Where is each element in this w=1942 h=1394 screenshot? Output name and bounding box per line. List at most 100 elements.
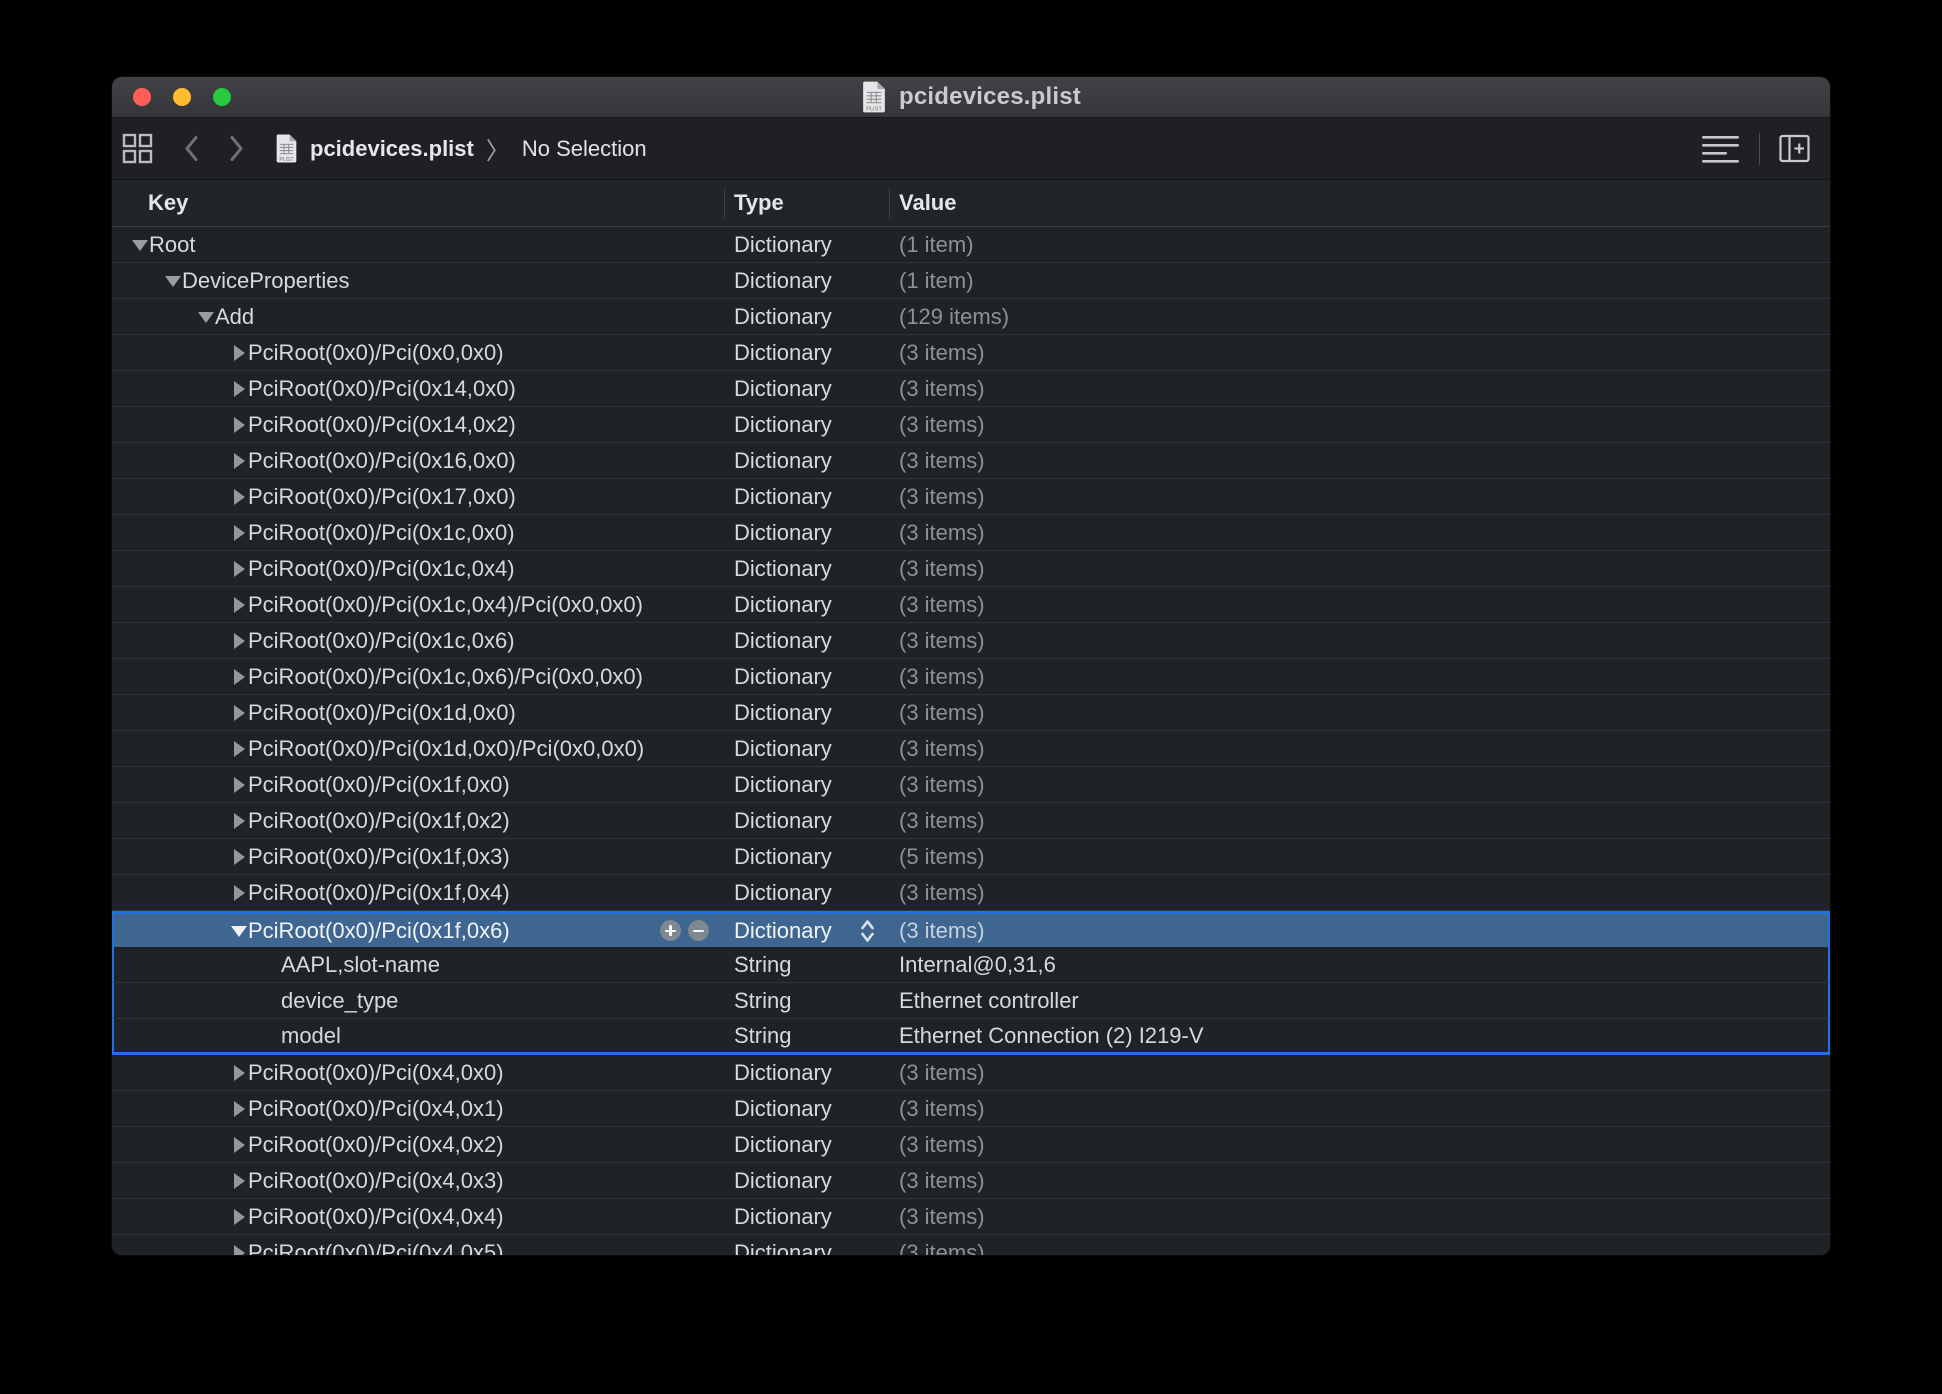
table-row[interactable]: PciRoot(0x0)/Pci(0x1f,0x6)Dictionary(3 i…	[112, 911, 1830, 947]
table-row[interactable]: PciRoot(0x0)/Pci(0x1f,0x0)Dictionary(3 i…	[112, 767, 1830, 803]
zoom-button[interactable]	[213, 88, 231, 106]
row-type-label: Dictionary	[734, 520, 832, 546]
table-row[interactable]: PciRoot(0x0)/Pci(0x4,0x0)Dictionary(3 it…	[112, 1055, 1830, 1091]
table-row[interactable]: PciRoot(0x0)/Pci(0x1f,0x2)Dictionary(3 i…	[112, 803, 1830, 839]
table-row[interactable]: PciRoot(0x0)/Pci(0x1c,0x0)Dictionary(3 i…	[112, 515, 1830, 551]
table-row[interactable]: DevicePropertiesDictionary(1 item)	[112, 263, 1830, 299]
row-value-cell: (3 items)	[889, 1096, 1830, 1122]
disclosure-triangle-icon[interactable]	[230, 416, 248, 434]
disclosure-triangle-icon[interactable]	[230, 812, 248, 830]
close-button[interactable]	[133, 88, 151, 106]
table-row[interactable]: AAPL,slot-nameStringInternal@0,31,6	[112, 947, 1830, 983]
table-row[interactable]: PciRoot(0x0)/Pci(0x4,0x3)Dictionary(3 it…	[112, 1163, 1830, 1199]
table-row[interactable]: PciRoot(0x0)/Pci(0x4,0x4)Dictionary(3 it…	[112, 1199, 1830, 1235]
disclosure-triangle-icon[interactable]	[230, 1208, 248, 1226]
row-key-cell: PciRoot(0x0)/Pci(0x1f,0x6)	[114, 918, 724, 944]
table-row[interactable]: modelStringEthernet Connection (2) I219-…	[112, 1019, 1830, 1055]
disclosure-triangle-icon[interactable]	[230, 1064, 248, 1082]
row-key-cell: PciRoot(0x0)/Pci(0x4,0x5)	[112, 1240, 724, 1256]
row-type-label: Dictionary	[734, 304, 832, 330]
row-value-cell: (3 items)	[889, 918, 1828, 944]
row-key-cell: model	[114, 1023, 724, 1049]
table-row[interactable]: PciRoot(0x0)/Pci(0x1f,0x4)Dictionary(3 i…	[112, 875, 1830, 911]
table-row[interactable]: PciRoot(0x0)/Pci(0x14,0x2)Dictionary(3 i…	[112, 407, 1830, 443]
add-item-icon[interactable]	[660, 920, 681, 941]
disclosure-triangle-icon[interactable]	[230, 1136, 248, 1154]
disclosure-triangle-icon[interactable]	[230, 524, 248, 542]
disclosure-triangle-icon[interactable]	[230, 704, 248, 722]
remove-item-icon[interactable]	[688, 920, 709, 941]
minimize-button[interactable]	[173, 88, 191, 106]
breadcrumb-file[interactable]: pcidevices.plist	[310, 136, 474, 162]
table-row[interactable]: PciRoot(0x0)/Pci(0x1c,0x6)/Pci(0x0,0x0)D…	[112, 659, 1830, 695]
plist-document-icon[interactable]: PLIST	[861, 81, 887, 113]
table-row[interactable]: PciRoot(0x0)/Pci(0x4,0x1)Dictionary(3 it…	[112, 1091, 1830, 1127]
editor-lines-icon[interactable]	[1702, 135, 1740, 163]
related-items-icon[interactable]	[122, 133, 153, 164]
disclosure-triangle-icon[interactable]	[230, 1244, 248, 1256]
disclosure-triangle-icon[interactable]	[230, 344, 248, 362]
disclosure-triangle-icon[interactable]	[230, 1172, 248, 1190]
table-row[interactable]: PciRoot(0x0)/Pci(0x16,0x0)Dictionary(3 i…	[112, 443, 1830, 479]
disclosure-triangle-icon[interactable]	[230, 452, 248, 470]
table-row[interactable]: device_typeStringEthernet controller	[112, 983, 1830, 1019]
table-row[interactable]: PciRoot(0x0)/Pci(0x1d,0x0)Dictionary(3 i…	[112, 695, 1830, 731]
row-key-label: PciRoot(0x0)/Pci(0x1f,0x0)	[248, 772, 510, 798]
disclosure-triangle-icon[interactable]	[230, 740, 248, 758]
row-type-cell: String	[724, 1023, 889, 1049]
row-type-label: Dictionary	[734, 232, 832, 258]
row-key-cell: PciRoot(0x0)/Pci(0x14,0x0)	[112, 376, 724, 402]
row-key-label: Root	[149, 232, 195, 258]
table-row[interactable]: PciRoot(0x0)/Pci(0x0,0x0)Dictionary(3 it…	[112, 335, 1830, 371]
disclosure-triangle-icon[interactable]	[230, 668, 248, 686]
breadcrumb-file-icon[interactable]: PLIST	[275, 134, 298, 163]
row-type-cell: Dictionary	[724, 268, 889, 294]
column-divider[interactable]	[724, 188, 725, 219]
type-stepper-icon[interactable]	[860, 918, 875, 944]
titlebar[interactable]: PLIST pcidevices.plist	[112, 77, 1830, 118]
disclosure-triangle-icon[interactable]	[131, 236, 149, 254]
table-row[interactable]: PciRoot(0x0)/Pci(0x1f,0x3)Dictionary(5 i…	[112, 839, 1830, 875]
row-type-cell: Dictionary	[724, 844, 889, 870]
row-key-cell: AAPL,slot-name	[114, 952, 724, 978]
breadcrumb-selection[interactable]: No Selection	[522, 136, 647, 162]
forward-chevron-icon[interactable]	[228, 135, 245, 162]
table-row[interactable]: RootDictionary(1 item)	[112, 227, 1830, 263]
table-row[interactable]: PciRoot(0x0)/Pci(0x1c,0x4)Dictionary(3 i…	[112, 551, 1830, 587]
row-type-cell: Dictionary	[724, 376, 889, 402]
disclosure-triangle-icon[interactable]	[230, 488, 248, 506]
table-row[interactable]: PciRoot(0x0)/Pci(0x1d,0x0)/Pci(0x0,0x0)D…	[112, 731, 1830, 767]
disclosure-triangle-icon[interactable]	[230, 632, 248, 650]
disclosure-triangle-icon[interactable]	[230, 848, 248, 866]
disclosure-triangle-icon[interactable]	[230, 884, 248, 902]
table-row[interactable]: PciRoot(0x0)/Pci(0x1c,0x4)/Pci(0x0,0x0)D…	[112, 587, 1830, 623]
table-row[interactable]: PciRoot(0x0)/Pci(0x1c,0x6)Dictionary(3 i…	[112, 623, 1830, 659]
column-divider[interactable]	[889, 188, 890, 219]
table-row[interactable]: AddDictionary(129 items)	[112, 299, 1830, 335]
disclosure-triangle-icon[interactable]	[230, 1100, 248, 1118]
row-key-cell: Root	[112, 232, 724, 258]
row-value-cell: (3 items)	[889, 1168, 1830, 1194]
disclosure-triangle-icon[interactable]	[230, 596, 248, 614]
table-row[interactable]: PciRoot(0x0)/Pci(0x14,0x0)Dictionary(3 i…	[112, 371, 1830, 407]
table-row[interactable]: PciRoot(0x0)/Pci(0x17,0x0)Dictionary(3 i…	[112, 479, 1830, 515]
table-row[interactable]: PciRoot(0x0)/Pci(0x4,0x5)Dictionary(3 it…	[112, 1235, 1830, 1255]
disclosure-triangle-icon[interactable]	[230, 776, 248, 794]
table-row[interactable]: PciRoot(0x0)/Pci(0x4,0x2)Dictionary(3 it…	[112, 1127, 1830, 1163]
row-key-cell: PciRoot(0x0)/Pci(0x1c,0x4)	[112, 556, 724, 582]
disclosure-spacer	[263, 992, 281, 1010]
row-key-label: device_type	[281, 988, 398, 1014]
disclosure-triangle-icon[interactable]	[230, 922, 248, 940]
row-type-label: Dictionary	[734, 1168, 832, 1194]
row-type-cell: Dictionary	[724, 664, 889, 690]
back-chevron-icon[interactable]	[183, 135, 200, 162]
add-editor-panel-icon[interactable]	[1779, 133, 1810, 164]
disclosure-triangle-icon[interactable]	[197, 308, 215, 326]
row-type-cell: Dictionary	[724, 628, 889, 654]
disclosure-triangle-icon[interactable]	[230, 560, 248, 578]
row-value-cell: Ethernet controller	[889, 988, 1828, 1014]
row-key-cell: device_type	[114, 988, 724, 1014]
disclosure-triangle-icon[interactable]	[230, 380, 248, 398]
row-type-cell: Dictionary	[724, 808, 889, 834]
disclosure-triangle-icon[interactable]	[164, 272, 182, 290]
